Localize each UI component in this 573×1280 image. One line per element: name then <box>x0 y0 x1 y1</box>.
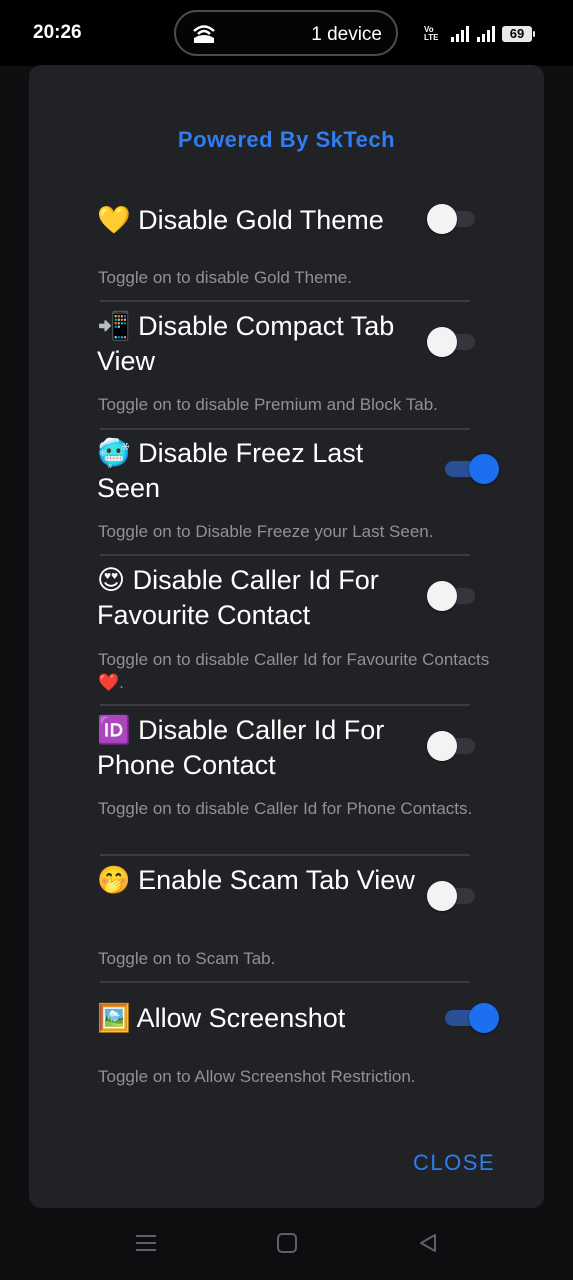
mobile-arrow-emoji-icon: 📲 <box>97 311 131 342</box>
hand-over-mouth-emoji-icon: 🤭 <box>97 865 131 896</box>
toggle-switch-scam-tab[interactable] <box>427 881 479 911</box>
back-triangle-icon[interactable] <box>417 1232 439 1254</box>
picture-emoji-icon: 🖼️ <box>97 1003 131 1034</box>
hotspot-icon <box>193 25 215 43</box>
setting-title: 💛 Disable Gold Theme <box>97 205 384 236</box>
signal-icon-2 <box>477 26 495 42</box>
divider <box>100 554 470 556</box>
settings-dialog: Powered By SkTech 💛 Disable Gold Theme T… <box>29 65 544 1208</box>
toggle-switch-freez-last-seen[interactable] <box>441 454 499 484</box>
toggle-switch-caller-id-favourite[interactable] <box>427 581 479 611</box>
heart-emoji-icon: 💛 <box>97 205 131 236</box>
cold-face-emoji-icon: 🥶 <box>97 438 131 469</box>
powered-by-label: Powered By SkTech <box>177 127 396 152</box>
setting-title: 🤭 Enable Scam Tab View <box>97 865 415 896</box>
setting-title: 📲 Disable Compact Tab View <box>97 311 395 376</box>
setting-description: Toggle on to disable Caller Id for Phone… <box>98 799 473 818</box>
hotspot-device-pill[interactable]: 1 device <box>174 10 398 56</box>
volte-indicator: Vo LTE <box>424 25 439 42</box>
toggle-switch-caller-id-phone[interactable] <box>427 731 479 761</box>
status-time: 20:26 <box>33 22 82 43</box>
divider <box>100 300 470 302</box>
divider <box>100 428 470 430</box>
divider <box>100 981 470 983</box>
divider <box>100 704 470 706</box>
home-square-icon[interactable] <box>276 1232 298 1254</box>
close-button[interactable]: CLOSE <box>413 1150 495 1176</box>
toggle-switch-allow-screenshot[interactable] <box>441 1003 499 1033</box>
divider <box>100 854 470 856</box>
menu-icon[interactable] <box>135 1232 157 1254</box>
battery-icon: 69 <box>502 26 535 42</box>
setting-description: Toggle on to disable Gold Theme. <box>98 268 352 287</box>
setting-title: 🖼️ Allow Screenshot <box>97 1003 346 1034</box>
toggle-switch-compact-tab[interactable] <box>427 327 479 357</box>
setting-description: Toggle on to disable Premium and Block T… <box>98 395 438 414</box>
setting-description: Toggle on to Allow Screenshot Restrictio… <box>98 1067 416 1086</box>
navigation-bar <box>0 1210 573 1280</box>
setting-description: Toggle on to Scam Tab. <box>98 949 276 968</box>
setting-title: 🥶 Disable Freez Last Seen <box>97 438 364 503</box>
status-bar: 20:26 1 device Vo LTE 69 <box>0 0 573 66</box>
device-count: 1 device <box>311 24 382 45</box>
toggle-switch-gold-theme[interactable] <box>427 204 479 234</box>
setting-title: 😍 Disable Caller Id For Favourite Contac… <box>97 565 379 630</box>
signal-icon <box>451 26 469 42</box>
setting-description: Toggle on to Disable Freeze your Last Se… <box>98 522 434 541</box>
status-indicators: Vo LTE 69 <box>424 24 535 44</box>
setting-title: 🆔 Disable Caller Id For Phone Contact <box>97 715 385 780</box>
id-emoji-icon: 🆔 <box>97 715 131 746</box>
heart-eyes-emoji-icon: 😍 <box>97 565 126 596</box>
setting-description: Toggle on to disable Caller Id for Favou… <box>98 650 490 692</box>
